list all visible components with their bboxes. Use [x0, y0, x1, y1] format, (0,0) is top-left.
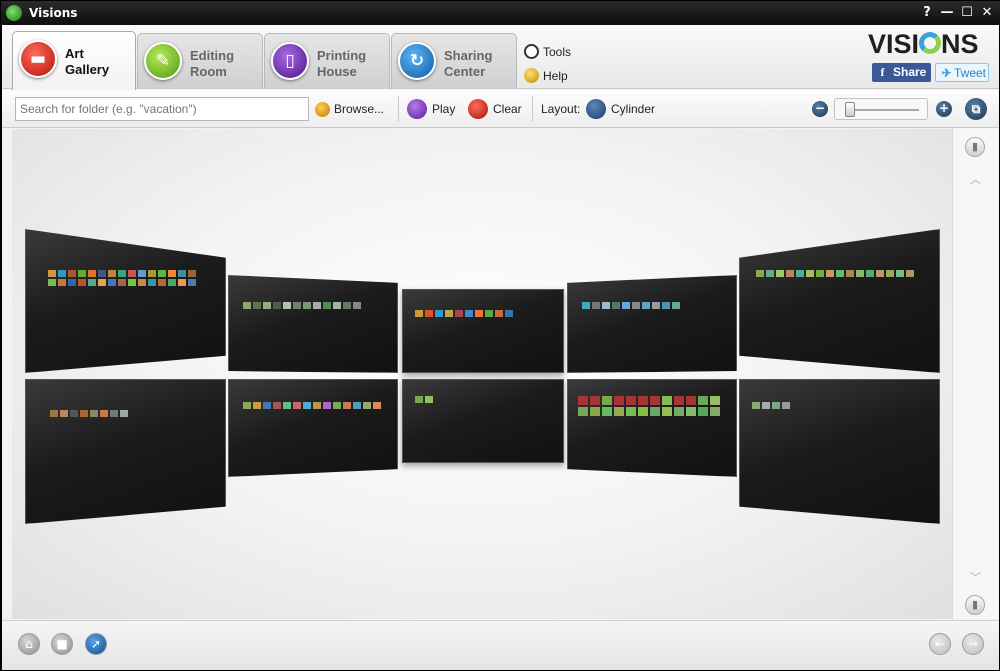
toolbar-divider	[398, 96, 399, 122]
facebook-share-button[interactable]: f Share	[872, 63, 931, 82]
clear-label: Clear	[493, 102, 522, 116]
tab-printing-house-line1: Printing	[317, 48, 367, 63]
logo-text-right: NS	[941, 29, 979, 59]
home-icon[interactable]: ⌂	[18, 633, 40, 655]
help-menu[interactable]: Help	[524, 67, 584, 85]
play-button[interactable]: Play	[407, 99, 457, 119]
document-icon: ▯	[271, 42, 309, 80]
folder-search-input[interactable]	[15, 97, 309, 121]
fullscreen-icon[interactable]: ⧉	[965, 98, 987, 120]
footer-bar: ⌂ ■ ➚ ← →	[2, 620, 999, 670]
layout-selector[interactable]: Cylinder	[586, 99, 656, 119]
folder-panel[interactable]	[739, 379, 940, 524]
help-label: Help	[543, 69, 568, 83]
scroll-down-arrow-icon[interactable]: ﹀	[970, 569, 981, 585]
pointer-cursor-icon[interactable]: ➚	[85, 633, 107, 655]
folder-panel[interactable]	[567, 379, 737, 477]
tab-editing-room-line1: Editing	[190, 48, 235, 63]
forward-arrow-icon[interactable]: →	[962, 633, 984, 655]
zoom-slider[interactable]	[834, 98, 928, 120]
facebook-share-label: Share	[893, 65, 927, 79]
client-area: ▬ Art Gallery ✎ Editing Room ▯ Printing Hou…	[2, 25, 999, 670]
scroll-up-arrow-icon[interactable]: ︿	[970, 171, 981, 187]
folder-panel[interactable]	[402, 289, 564, 373]
tab-art-gallery-line1: Art	[65, 46, 84, 61]
tab-sharing-center-line2: Center	[444, 64, 486, 79]
help-window-button[interactable]: ?	[919, 5, 935, 21]
window-title: Visions	[29, 6, 78, 20]
app-logo-icon	[6, 5, 22, 21]
maximize-button[interactable]: ☐	[959, 5, 975, 21]
play-label: Play	[432, 102, 456, 116]
folder-panel[interactable]	[402, 379, 564, 463]
toolbar: Browse... Play Clear Layout: Cylinder −	[2, 90, 999, 128]
module-tabs-header: ▬ Art Gallery ✎ Editing Room ▯ Printing Hou…	[2, 25, 999, 90]
zoom-in-button[interactable]: +	[936, 101, 952, 117]
folder-panel[interactable]	[228, 275, 398, 373]
close-button[interactable]: ✕	[979, 5, 995, 21]
tools-menu[interactable]: Tools	[524, 43, 584, 61]
gallery-cylinder-view[interactable]	[12, 129, 952, 619]
scroll-top-button[interactable]: ▮	[965, 137, 985, 157]
zoom-slider-thumb[interactable]	[844, 102, 855, 117]
list-icon	[524, 44, 539, 59]
visions-logo: VISI NS	[868, 29, 992, 59]
zoom-out-button[interactable]: −	[812, 101, 828, 117]
back-arrow-icon[interactable]: ←	[929, 633, 951, 655]
vertical-scrollbar[interactable]: ▮ ︿ ﹀ ▮	[952, 129, 999, 619]
tweet-button[interactable]: ✈ Tweet	[935, 63, 989, 82]
tools-label: Tools	[543, 45, 572, 59]
toolbar-divider	[532, 96, 533, 122]
twitter-bird-icon: ✈	[941, 66, 952, 80]
clear-icon	[468, 99, 488, 119]
tab-printing-house-line2: House	[317, 64, 357, 79]
play-slideshow-icon	[407, 99, 427, 119]
layout-label: Layout:	[541, 99, 591, 119]
brush-icon: ✎	[144, 42, 182, 80]
film-strip-icon: ▬	[19, 40, 57, 78]
tweet-label: Tweet	[954, 66, 987, 80]
folder-panel[interactable]	[25, 379, 226, 524]
layout-value: Cylinder	[611, 102, 656, 116]
folder-panel[interactable]	[567, 275, 737, 373]
video-camera-icon[interactable]: ■	[51, 633, 73, 655]
app-window: Visions ? — ☐ ✕ ▬ Art Gallery ✎ Editing Ro…	[0, 0, 1000, 671]
tab-editing-room-line2: Room	[190, 64, 227, 79]
folder-panel[interactable]	[228, 379, 398, 477]
tab-sharing-center-line1: Sharing	[444, 48, 493, 63]
minimize-button[interactable]: —	[939, 5, 955, 21]
logo-o-icon	[919, 32, 942, 54]
browse-label: Browse...	[334, 102, 385, 116]
folder-icon	[315, 102, 330, 117]
clear-button[interactable]: Clear	[468, 99, 522, 119]
help-icon	[524, 68, 539, 83]
tab-sharing-center[interactable]: ↻ Sharing Center	[391, 33, 517, 89]
folder-panel[interactable]	[739, 229, 940, 373]
scroll-bottom-button[interactable]: ▮	[965, 595, 985, 615]
grid-layout-icon	[586, 99, 606, 119]
tab-art-gallery[interactable]: ▬ Art Gallery	[12, 31, 136, 90]
title-bar: Visions ? — ☐ ✕	[1, 1, 1000, 25]
tab-printing-house[interactable]: ▯ Printing House	[264, 33, 390, 89]
layout-label-text: Layout:	[541, 102, 581, 116]
tab-art-gallery-line2: Gallery	[65, 62, 110, 77]
browse-button[interactable]: Browse...	[315, 100, 387, 120]
facebook-icon: f	[880, 65, 885, 79]
folder-panel[interactable]	[25, 229, 226, 373]
logo-text-left: VISI	[868, 29, 920, 59]
share-arrows-icon: ↻	[398, 42, 436, 80]
tab-editing-room[interactable]: ✎ Editing Room	[137, 33, 263, 89]
